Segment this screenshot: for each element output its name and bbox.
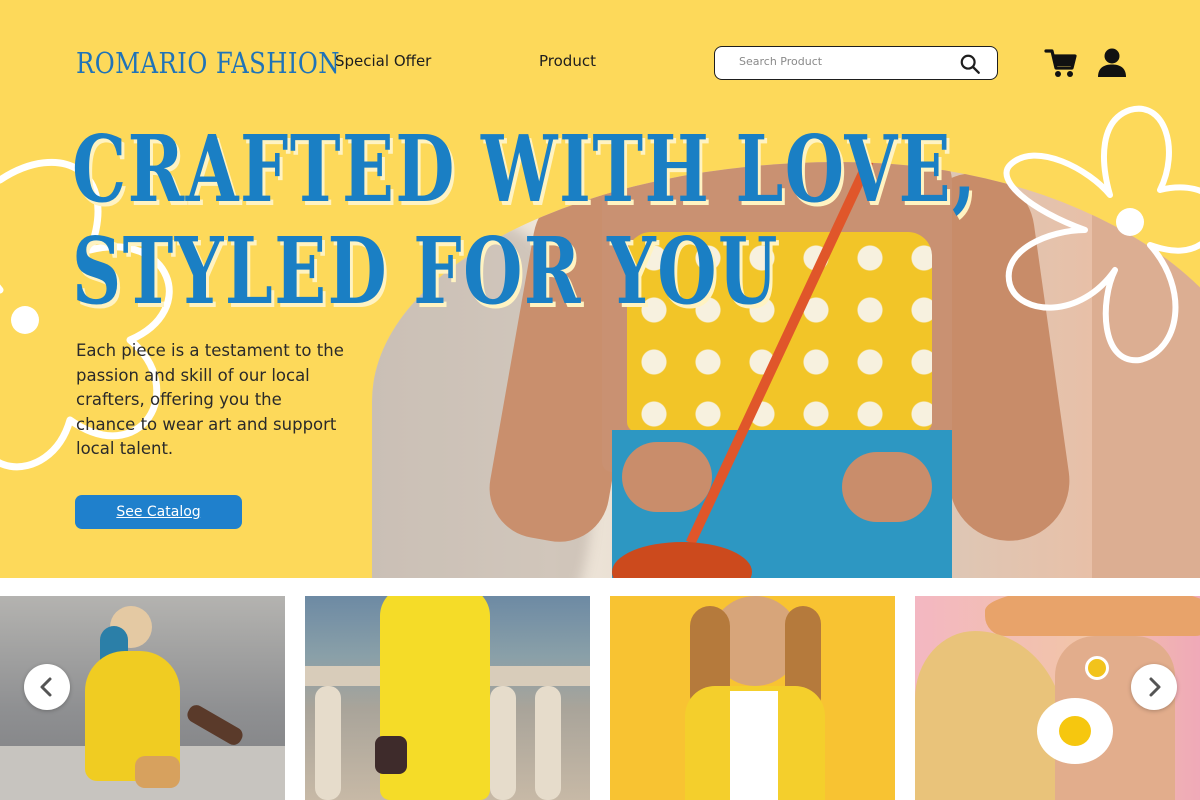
user-icon[interactable] bbox=[1095, 46, 1129, 80]
nav-special-offer[interactable]: Special Offer bbox=[335, 52, 431, 70]
search-icon[interactable] bbox=[959, 53, 981, 75]
see-catalog-button[interactable]: See Catalog bbox=[75, 495, 242, 529]
hero-headline-line-1: CRAFTED WITH LOVE, bbox=[72, 115, 978, 223]
cart-icon[interactable] bbox=[1044, 46, 1078, 80]
product-carousel bbox=[0, 578, 1200, 800]
search-input[interactable] bbox=[739, 55, 939, 68]
product-card-3[interactable] bbox=[610, 596, 895, 800]
flower-doodle-right bbox=[1003, 105, 1200, 364]
brand-logo[interactable]: ROMARIO FASHION bbox=[76, 46, 340, 80]
nav-product[interactable]: Product bbox=[539, 52, 596, 70]
chevron-left-icon bbox=[40, 677, 52, 697]
hero-headline: CRAFTED WITH LOVE, STYLED FOR YOU bbox=[72, 118, 977, 322]
carousel-prev-button[interactable] bbox=[24, 664, 70, 710]
product-card-2[interactable] bbox=[305, 596, 590, 800]
hero-description: Each piece is a testament to the passion… bbox=[76, 341, 344, 458]
search-bar bbox=[714, 46, 998, 80]
hero-section: ROMARIO FASHION Special Offer Product CR… bbox=[0, 0, 1200, 578]
carousel-next-button[interactable] bbox=[1131, 664, 1177, 710]
chevron-right-icon bbox=[1149, 677, 1161, 697]
hero-headline-line-2: STYLED FOR YOU bbox=[72, 217, 779, 325]
